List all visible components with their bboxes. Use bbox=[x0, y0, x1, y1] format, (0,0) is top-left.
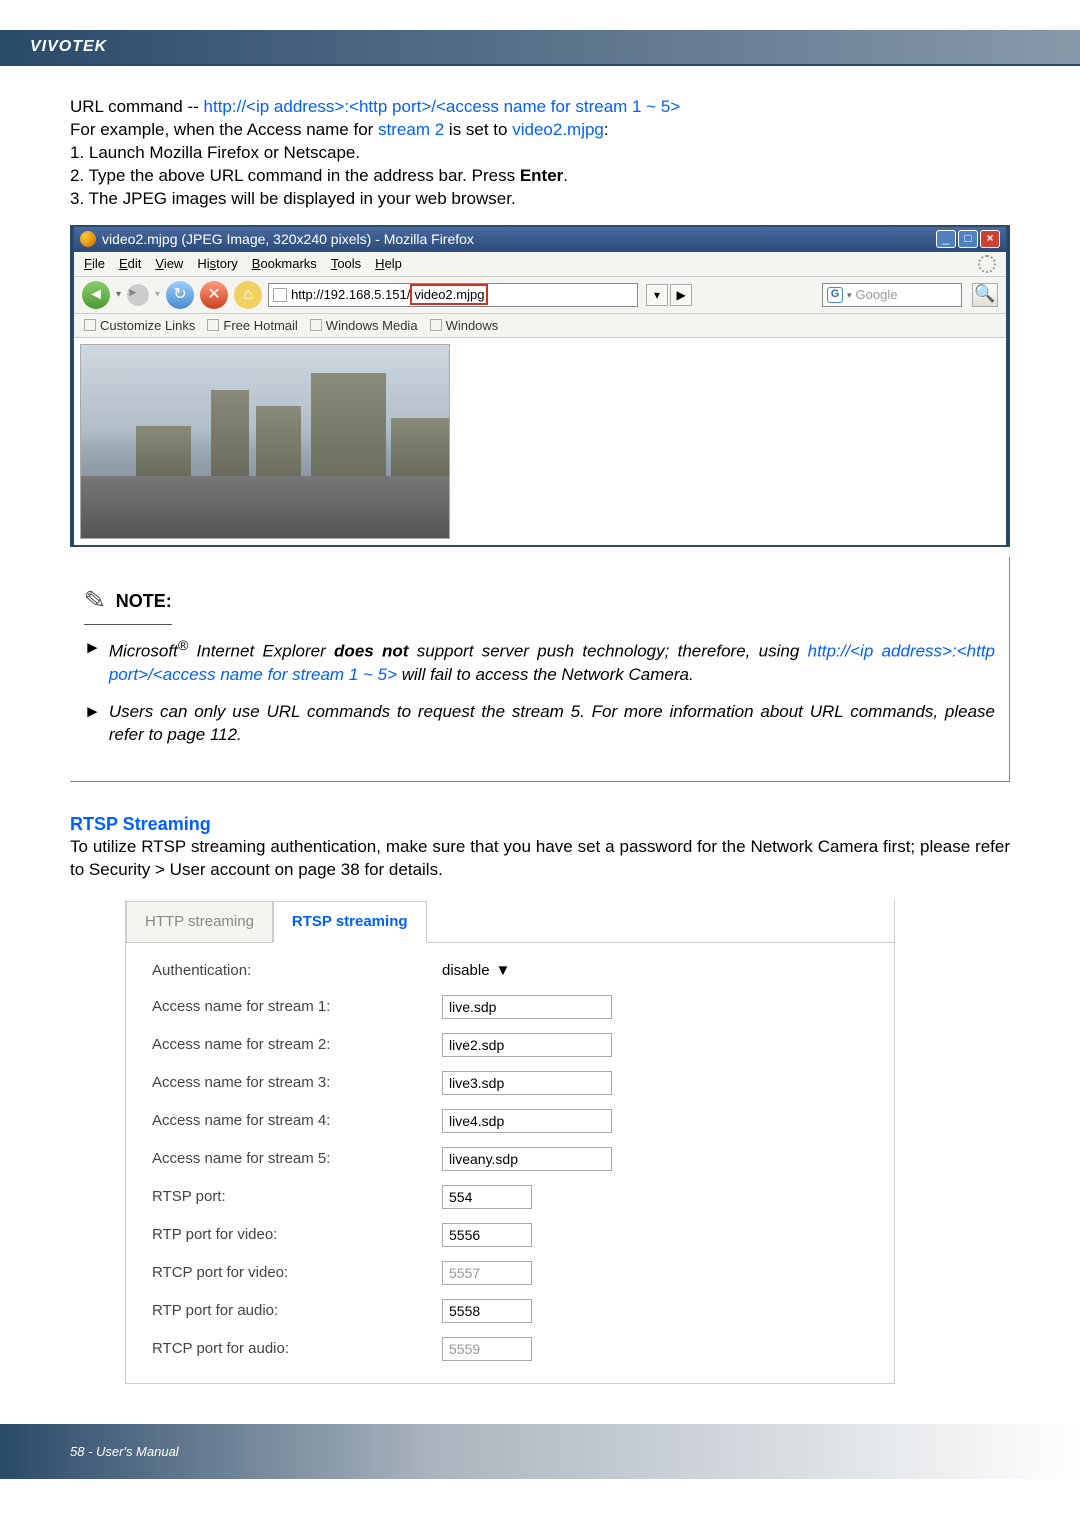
rtp-audio-input[interactable] bbox=[442, 1299, 532, 1323]
address-prefix: http://192.168.5.151/ bbox=[291, 286, 410, 304]
rtsp-intro: To utilize RTSP streaming authentication… bbox=[70, 836, 1010, 882]
bookmark-customize-links[interactable]: Customize Links bbox=[84, 317, 195, 335]
nav-toolbar: ◄ ▾ ► ▾ ↻ ✕ ⌂ http://192.168.5.151/video… bbox=[74, 277, 1006, 314]
stream1-input[interactable] bbox=[442, 995, 612, 1019]
rtp-video-label: RTP port for video: bbox=[152, 1225, 442, 1245]
stream1-label: Access name for stream 1: bbox=[152, 997, 442, 1017]
firefox-icon bbox=[80, 231, 96, 247]
minimize-button[interactable]: _ bbox=[936, 230, 956, 248]
page-footer: 58 - User's Manual bbox=[0, 1424, 1080, 1479]
page-icon bbox=[273, 288, 287, 302]
menu-edit[interactable]: Edit bbox=[119, 255, 141, 273]
url-command-line: URL command -- http://<ip address>:<http… bbox=[70, 96, 1010, 119]
bookmark-windows-media[interactable]: Windows Media bbox=[310, 317, 418, 335]
page-content bbox=[74, 338, 1006, 545]
rtsp-panel: HTTP streaming RTSP streaming Authentica… bbox=[125, 900, 895, 1385]
rtcp-audio-input bbox=[442, 1337, 532, 1361]
rtcp-audio-label: RTCP port for audio: bbox=[152, 1339, 442, 1359]
page-icon bbox=[207, 319, 219, 331]
address-bar[interactable]: http://192.168.5.151/video2.mjpg bbox=[268, 283, 638, 307]
step-1: 1. Launch Mozilla Firefox or Netscape. bbox=[70, 142, 1010, 165]
search-submit[interactable]: 🔍 bbox=[972, 283, 998, 307]
stream3-input[interactable] bbox=[442, 1071, 612, 1095]
rtsp-port-input[interactable] bbox=[442, 1185, 532, 1209]
maximize-button[interactable]: □ bbox=[958, 230, 978, 248]
rtcp-video-label: RTCP port for video: bbox=[152, 1263, 442, 1283]
page-icon bbox=[310, 319, 322, 331]
tab-http-streaming[interactable]: HTTP streaming bbox=[126, 901, 273, 943]
stream3-label: Access name for stream 3: bbox=[152, 1073, 442, 1093]
note-item-1: ► Microsoft® Internet Explorer does not … bbox=[84, 637, 995, 687]
google-icon: G bbox=[827, 287, 843, 303]
step-3: 3. The JPEG images will be displayed in … bbox=[70, 188, 1010, 211]
stream2-input[interactable] bbox=[442, 1033, 612, 1057]
rtsp-tabs: HTTP streaming RTSP streaming bbox=[126, 900, 894, 943]
address-dropdown[interactable]: ▾ bbox=[646, 284, 668, 306]
firefox-screenshot: video2.mjpg (JPEG Image, 320x240 pixels)… bbox=[70, 225, 1010, 547]
header-separator bbox=[0, 65, 1080, 66]
example-line: For example, when the Access name for st… bbox=[70, 119, 1010, 142]
bookmark-free-hotmail[interactable]: Free Hotmail bbox=[207, 317, 297, 335]
forward-button[interactable]: ► bbox=[127, 284, 149, 306]
menu-file[interactable]: File bbox=[84, 255, 105, 273]
stop-button[interactable]: ✕ bbox=[200, 281, 228, 309]
stream5-label: Access name for stream 5: bbox=[152, 1149, 442, 1169]
throbber-icon bbox=[978, 255, 996, 273]
window-titlebar: video2.mjpg (JPEG Image, 320x240 pixels)… bbox=[74, 227, 1006, 252]
back-dropdown[interactable]: ▾ bbox=[116, 288, 121, 302]
bookmarks-toolbar: Customize Links Free Hotmail Windows Med… bbox=[74, 314, 1006, 339]
go-button[interactable]: ▶ bbox=[670, 284, 692, 306]
note-item-2: ► Users can only use URL commands to req… bbox=[84, 701, 995, 747]
bullet-icon: ► bbox=[84, 637, 101, 687]
reload-button[interactable]: ↻ bbox=[166, 281, 194, 309]
bookmark-windows[interactable]: Windows bbox=[430, 317, 499, 335]
menu-bar: File Edit View History Bookmarks Tools H… bbox=[74, 252, 1006, 277]
menu-tools[interactable]: Tools bbox=[331, 255, 361, 273]
auth-label: Authentication: bbox=[152, 961, 442, 981]
page-icon bbox=[430, 319, 442, 331]
rtp-video-input[interactable] bbox=[442, 1223, 532, 1247]
back-button[interactable]: ◄ bbox=[82, 281, 110, 309]
note-icon: ✎ bbox=[83, 582, 108, 619]
forward-dropdown[interactable]: ▾ bbox=[155, 288, 160, 302]
note-container: ✎ NOTE: ► Microsoft® Internet Explorer d… bbox=[70, 557, 1010, 782]
page-icon bbox=[84, 319, 96, 331]
search-placeholder: Google bbox=[856, 286, 898, 304]
url-pattern: http://<ip address>:<http port>/<access … bbox=[204, 97, 681, 116]
window-title: video2.mjpg (JPEG Image, 320x240 pixels)… bbox=[102, 230, 474, 249]
rtsp-port-label: RTSP port: bbox=[152, 1187, 442, 1207]
address-highlight: video2.mjpg bbox=[410, 284, 488, 306]
home-button[interactable]: ⌂ bbox=[234, 281, 262, 309]
stream4-label: Access name for stream 4: bbox=[152, 1111, 442, 1131]
rtp-audio-label: RTP port for audio: bbox=[152, 1301, 442, 1321]
mjpg-image bbox=[80, 344, 450, 539]
rtcp-video-input bbox=[442, 1261, 532, 1285]
page-header: VIVOTEK bbox=[0, 30, 1080, 65]
menu-history[interactable]: History bbox=[197, 255, 237, 273]
footer-text: 58 - User's Manual bbox=[70, 1444, 179, 1459]
tab-rtsp-streaming[interactable]: RTSP streaming bbox=[273, 901, 427, 943]
step-2: 2. Type the above URL command in the add… bbox=[70, 165, 1010, 188]
note-heading: NOTE: bbox=[116, 589, 172, 613]
stream2-label: Access name for stream 2: bbox=[152, 1035, 442, 1055]
close-button[interactable]: × bbox=[980, 230, 1000, 248]
search-box[interactable]: G▾ Google bbox=[822, 283, 962, 307]
rtsp-heading: RTSP Streaming bbox=[70, 812, 1010, 836]
bullet-icon: ► bbox=[84, 701, 101, 747]
stream5-input[interactable] bbox=[442, 1147, 612, 1171]
menu-help[interactable]: Help bbox=[375, 255, 402, 273]
stream4-input[interactable] bbox=[442, 1109, 612, 1133]
auth-select[interactable]: disable ▼ bbox=[442, 961, 510, 981]
menu-bookmarks[interactable]: Bookmarks bbox=[252, 255, 317, 273]
brand-name: VIVOTEK bbox=[30, 38, 107, 55]
menu-view[interactable]: View bbox=[155, 255, 183, 273]
chevron-down-icon: ▼ bbox=[496, 961, 511, 981]
